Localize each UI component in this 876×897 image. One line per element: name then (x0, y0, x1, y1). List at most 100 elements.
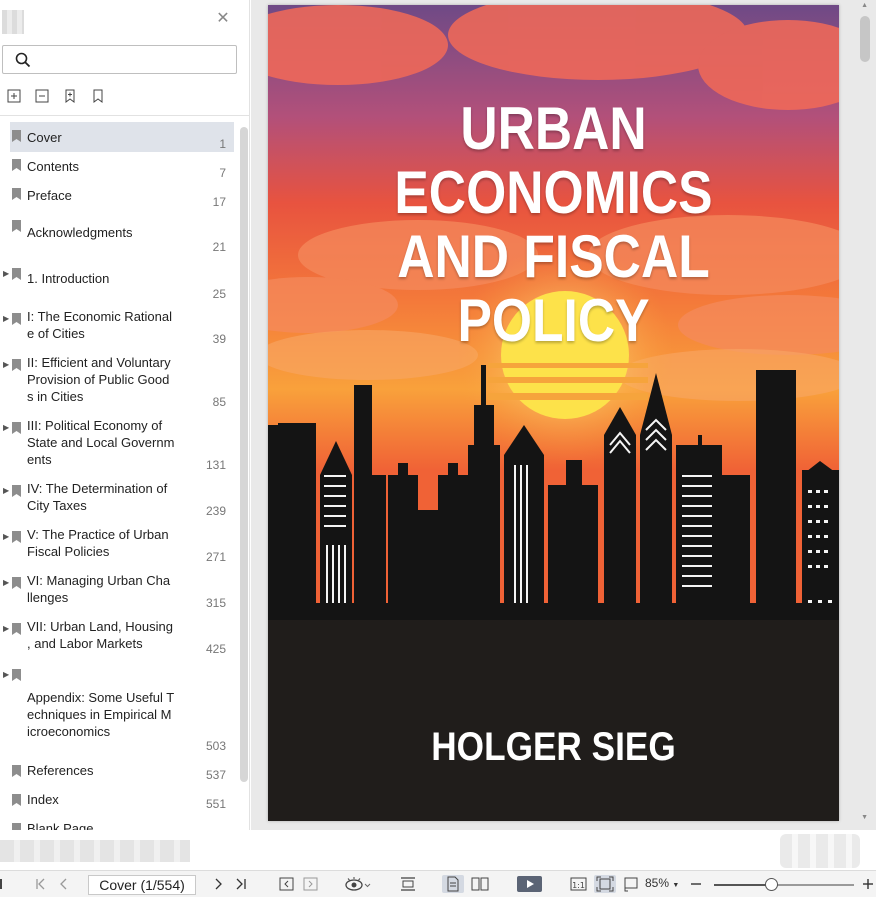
add-bookmark-icon[interactable] (62, 88, 78, 104)
toc-item-label: VI: Managing Urban Cha llenges (27, 573, 171, 605)
bookmark-icon (12, 313, 21, 325)
sidebar-toggle-icon[interactable] (0, 875, 6, 893)
toc-item-page: 315 (205, 596, 226, 610)
toc-item[interactable]: ▶ VII: Urban Land, Housing , and Labor Ma… (0, 618, 236, 658)
scroll-up-icon[interactable]: ▲ (861, 2, 868, 9)
bookmark-icon (12, 823, 21, 830)
sidebar-toolbar (6, 88, 106, 108)
bookmark-icon (12, 188, 21, 200)
go-back-icon[interactable] (279, 875, 295, 893)
close-sidebar-icon[interactable]: ✕ (215, 11, 231, 27)
bookmark-icon (12, 130, 21, 142)
toc-item-page: 25 (212, 287, 226, 301)
bookmark-icon (12, 485, 21, 497)
sidebar-title-redacted (2, 10, 24, 34)
actual-size-label: 1:1 (572, 881, 585, 890)
read-mode-icon[interactable] (344, 875, 372, 893)
zoom-slider-thumb[interactable] (765, 878, 779, 891)
single-page-view-icon[interactable] (442, 875, 464, 893)
first-page-icon[interactable] (34, 875, 48, 893)
expand-caret-icon[interactable]: ▶ (3, 532, 9, 541)
expand-caret-icon[interactable]: ▶ (3, 423, 9, 432)
toc-item[interactable]: ▶ V: The Practice of Urban Fiscal Policie… (0, 526, 236, 566)
toc-item-page: 39 (212, 332, 226, 346)
toc-item[interactable]: ▶ VI: Managing Urban Cha llenges 315 (0, 572, 236, 612)
toc-item[interactable]: ▶ IV: The Determination of City Taxes 239 (0, 480, 236, 520)
zoom-out-icon[interactable] (690, 875, 702, 893)
toc-item-label: Preface (27, 188, 72, 203)
bookmark-icon (12, 794, 21, 806)
bookmark-icon (12, 220, 21, 232)
cover-author: HOLGER SIEG (431, 725, 676, 769)
toc-item[interactable]: ▶ 1. Introduction 25 (0, 262, 236, 302)
collapse-all-icon[interactable] (34, 88, 50, 104)
toc-item[interactable]: ▶ II: Efficient and Voluntary Provision o… (0, 354, 236, 409)
redacted-area-right (780, 834, 860, 868)
toc-item-page: 85 (212, 395, 226, 409)
search-input[interactable] (39, 50, 229, 70)
bookmark-icon (12, 669, 21, 681)
toc-item[interactable]: ▶ I: The Economic Rational e of Cities 39 (0, 308, 236, 348)
bookmark-icon (12, 531, 21, 543)
status-bar: Cover (1/554) 1:1 85% ▼ (0, 870, 876, 897)
expand-all-icon[interactable] (6, 88, 22, 104)
toc-item-page: 537 (205, 768, 226, 782)
toc-item-label: II: Efficient and Voluntary Provision of… (27, 355, 171, 404)
toc-item-page: 551 (205, 797, 226, 811)
zoom-level-value: 85% (645, 876, 670, 890)
toc-item-page: 131 (205, 458, 226, 472)
zoom-dropdown-icon[interactable]: ▼ (672, 882, 679, 889)
expand-caret-icon[interactable]: ▶ (3, 670, 9, 679)
toc-item[interactable]: Acknowledgments 21 (0, 210, 236, 254)
zoom-in-icon[interactable] (862, 875, 874, 893)
document-viewer[interactable]: ▲ ▼ URBAN ECONOMICS AND FISCAL POLICY HO… (251, 0, 876, 830)
last-page-icon[interactable] (234, 875, 248, 893)
slideshow-play-icon[interactable] (517, 875, 543, 893)
two-page-view-icon[interactable] (470, 875, 490, 893)
toc-item-page: 503 (205, 739, 226, 753)
expand-caret-icon[interactable]: ▶ (3, 360, 9, 369)
go-forward-icon[interactable] (303, 875, 319, 893)
bookmark-icon (12, 765, 21, 777)
fit-width-icon[interactable] (399, 875, 417, 893)
zoom-mode-icon[interactable] (622, 875, 640, 893)
toc-item-page: 21 (212, 240, 226, 254)
toc-item-label: Blank Page (27, 821, 94, 830)
bookmark-icon (12, 159, 21, 171)
toc-item-label: Index (27, 792, 59, 807)
expand-caret-icon[interactable]: ▶ (3, 269, 9, 278)
toc-item-label: Acknowledgments (27, 225, 133, 240)
toc-item-label: I: The Economic Rational e of Cities (27, 309, 172, 341)
toc-item[interactable]: ▶ III: Political Economy of State and Loc… (0, 417, 236, 472)
search-box[interactable] (2, 45, 237, 74)
toc-item-label: Appendix: Some Useful T echniques in Emp… (27, 690, 175, 739)
toc-item-label: Cover (27, 130, 62, 145)
expand-caret-icon[interactable]: ▶ (3, 314, 9, 323)
bookmark-icon[interactable] (90, 88, 106, 104)
toc-item[interactable]: Blank Page (0, 820, 236, 830)
expand-caret-icon[interactable]: ▶ (3, 624, 9, 633)
zoom-level[interactable]: 85% ▼ (645, 876, 679, 890)
toc-item[interactable]: ▶ Appendix: Some Useful T echniques in Em… (0, 664, 236, 753)
cover-title-line2: AND FISCAL POLICY (397, 223, 710, 354)
page-number-input[interactable]: Cover (1/554) (88, 875, 196, 895)
expand-caret-icon[interactable]: ▶ (3, 578, 9, 587)
sidebar-header: ✕ (0, 0, 249, 40)
viewer-scrollbar[interactable] (860, 16, 870, 62)
toc-item-page: 425 (205, 642, 226, 656)
next-page-icon[interactable] (212, 875, 224, 893)
expand-caret-icon[interactable]: ▶ (3, 486, 9, 495)
bookmark-icon (12, 268, 21, 280)
bookmarks-sidebar: ✕ Cover 1 Contents 7 Preface 17 Acknowledgment… (0, 0, 250, 830)
fit-page-icon[interactable] (594, 875, 616, 893)
bookmark-icon (12, 422, 21, 434)
toc-item-page: 17 (212, 195, 226, 209)
sidebar-scrollbar[interactable] (240, 127, 248, 782)
toc-item-label: III: Political Economy of State and Loca… (27, 418, 175, 467)
toc-item-label: 1. Introduction (27, 271, 110, 286)
cover-title: URBAN ECONOMICS AND FISCAL POLICY (308, 97, 799, 353)
actual-size-icon[interactable]: 1:1 (570, 875, 588, 893)
toc-item-label: Contents (27, 159, 80, 174)
previous-page-icon[interactable] (58, 875, 70, 893)
scroll-down-icon[interactable]: ▼ (861, 814, 868, 821)
